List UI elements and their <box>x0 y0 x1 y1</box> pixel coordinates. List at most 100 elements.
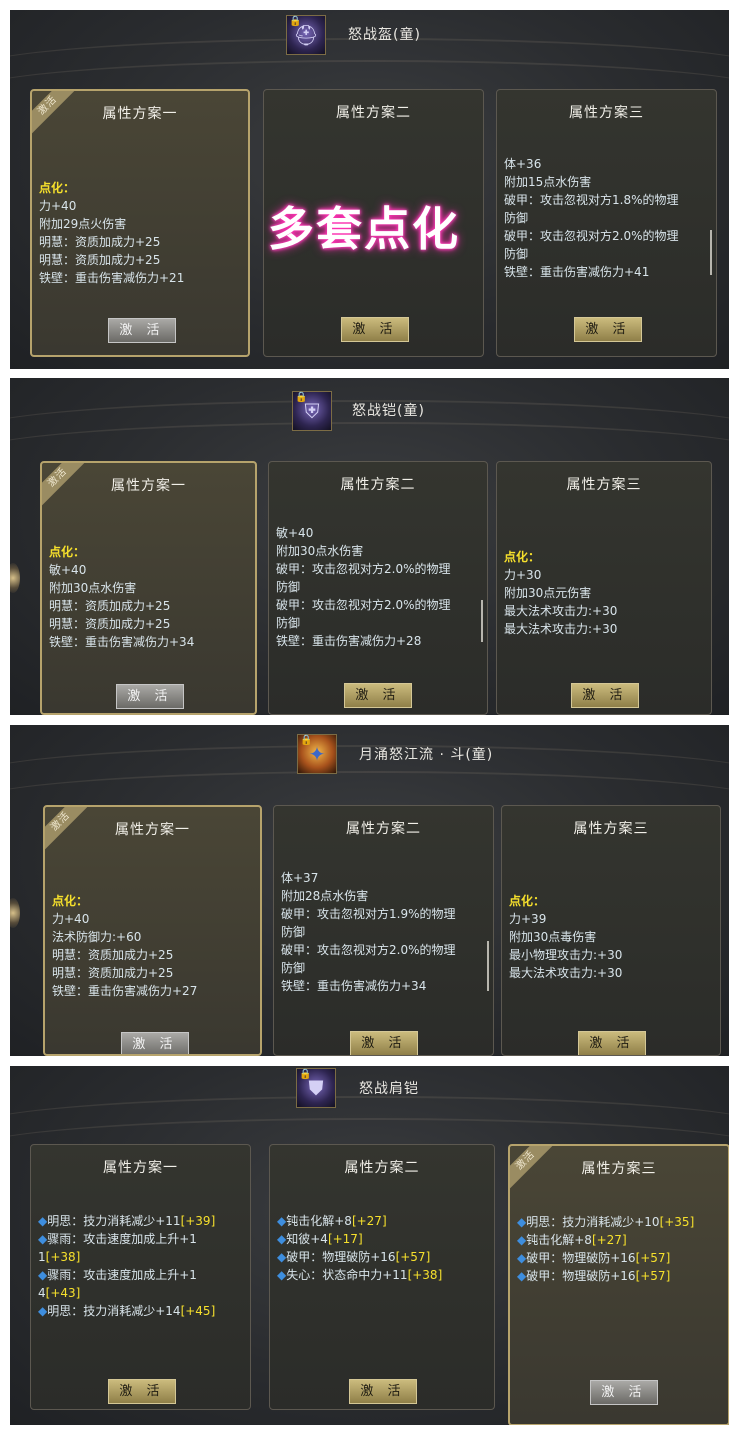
equipment-panel-shoulder: 🔒 ⛊ 怒战肩铠 属性方案一 ◆明思：技力消耗减少+11[+39] ◆骤雨：攻击… <box>10 1066 729 1425</box>
attribute-line: 铁壁：重击伤害减伤力+34 <box>49 635 195 649</box>
item-name: 怒战肩铠 <box>359 1081 419 1097</box>
scheme-card-2[interactable]: 属性方案二 体+37 附加28点水伤害 破甲：攻击忽视对方1.9%的物理 防御 … <box>273 805 494 1056</box>
activate-button[interactable]: 激 活 <box>341 317 409 342</box>
attribute-line: 附加30点毒伤害 <box>509 930 597 944</box>
activate-button[interactable]: 激 活 <box>116 684 184 709</box>
scheme-attributes: 体+36 附加15点水伤害 破甲：攻击忽视对方1.8%的物理 防御 破甲：攻击忽… <box>504 155 708 281</box>
weapon-icon[interactable]: 🔒 ✦ <box>297 734 337 774</box>
activate-button[interactable]: 激 活 <box>590 1380 658 1405</box>
attribute-line: 铁壁：重击伤害减伤力+28 <box>276 634 422 648</box>
scheme-card-1[interactable]: 激活 属性方案一 点化： 力+40 附加29点火伤害 明慧：资质加成力+25 明… <box>30 89 250 357</box>
attribute-line: 敏+40 <box>49 563 87 577</box>
activate-button[interactable]: 激 活 <box>574 317 642 342</box>
activate-button[interactable]: 激 活 <box>121 1032 189 1054</box>
attribute-line: 1[+38] <box>38 1250 81 1264</box>
scheme-title: 属性方案一 <box>115 822 190 838</box>
item-name: 怒战铠(童) <box>352 403 425 419</box>
item-name: 月涌怒江流 · 斗(童) <box>359 747 494 763</box>
attribute-line: 防御 <box>281 961 306 975</box>
scheme-card-2[interactable]: 属性方案二 ◆钝击化解+8[+27] ◆知彼+4[+17] ◆破甲：物理破防+1… <box>269 1144 495 1410</box>
attribute-line: 附加28点水伤害 <box>281 889 369 903</box>
scheme-attributes: ◆钝击化解+8[+27] ◆知彼+4[+17] ◆破甲：物理破防+16[+57]… <box>277 1212 486 1284</box>
scheme-attributes: ◆明思：技力消耗减少+11[+39] ◆骤雨：攻击速度加成上升+1 1[+38]… <box>38 1212 242 1320</box>
activate-button[interactable]: 激 活 <box>350 1031 418 1055</box>
attribute-line: ◆钝击化解+8[+27] <box>517 1233 627 1247</box>
refine-label: 点化： <box>504 550 541 564</box>
scheme-title: 属性方案三 <box>573 821 649 837</box>
attribute-line: 明慧：资质加成力+25 <box>39 253 161 267</box>
attribute-line: ◆破甲：物理破防+16[+57] <box>517 1269 671 1283</box>
attribute-line: 体+37 <box>281 871 319 885</box>
attribute-line: 力+40 <box>52 912 90 926</box>
scheme-card-2[interactable]: 属性方案二 敏+40 附加30点水伤害 破甲：攻击忽视对方2.0%的物理 防御 … <box>268 461 488 715</box>
refine-label: 点化： <box>509 894 546 908</box>
scheme-card-3[interactable]: 属性方案三 体+36 附加15点水伤害 破甲：攻击忽视对方1.8%的物理 防御 … <box>496 89 717 357</box>
attribute-line: 敏+40 <box>276 526 314 540</box>
helmet-icon[interactable]: 🔒 ⛑ <box>286 15 326 55</box>
attribute-line: 铁壁：重击伤害减伤力+34 <box>281 979 427 993</box>
attribute-line: 附加30点水伤害 <box>276 544 364 558</box>
attribute-line: 最大法术攻击力:+30 <box>504 622 618 636</box>
scheme-card-1[interactable]: 激活 属性方案一 点化： 力+40 法术防御力:+60 明慧：资质加成力+25 … <box>43 805 262 1056</box>
attribute-line: 破甲：攻击忽视对方2.0%的物理 <box>281 943 456 957</box>
scheme-card-1[interactable]: 属性方案一 ◆明思：技力消耗减少+11[+39] ◆骤雨：攻击速度加成上升+1 … <box>30 1144 251 1410</box>
attribute-line: ◆明思：技力消耗减少+10[+35] <box>517 1215 695 1229</box>
scrollbar[interactable] <box>487 941 489 991</box>
scrollbar[interactable] <box>481 600 483 642</box>
attribute-line: 防御 <box>276 580 301 594</box>
watermark-text: 多套点化 <box>268 202 460 256</box>
attribute-line: 铁壁：重击伤害减伤力+41 <box>504 265 650 279</box>
scheme-title: 属性方案一 <box>103 1160 178 1176</box>
activate-button[interactable]: 激 活 <box>349 1379 417 1404</box>
scheme-attributes: 点化： 力+40 附加29点火伤害 明慧：资质加成力+25 明慧：资质加成力+2… <box>39 179 240 287</box>
scheme-title: 属性方案二 <box>346 821 421 837</box>
attribute-line: 附加30点元伤害 <box>504 586 592 600</box>
activate-button[interactable]: 激 活 <box>108 318 176 343</box>
attribute-line: ◆明思：技力消耗减少+14[+45] <box>38 1304 216 1318</box>
scheme-title: 属性方案三 <box>569 105 644 121</box>
scheme-card-3[interactable]: 激活 属性方案三 ◆明思：技力消耗减少+10[+35] ◆钝击化解+8[+27]… <box>508 1144 729 1425</box>
equipment-panel-armor: 🔒 ⛨ 怒战铠(童) 激活 属性方案一 点化： 敏+40 附加30点水伤害 明慧… <box>10 378 729 715</box>
refine-label: 点化： <box>39 181 76 195</box>
attribute-line: ◆失心：状态命中力+11[+38] <box>277 1268 443 1282</box>
attribute-line: 4[+43] <box>38 1286 81 1300</box>
attribute-line: 破甲：攻击忽视对方1.9%的物理 <box>281 907 456 921</box>
refine-label: 点化： <box>52 894 89 908</box>
attribute-line: 防御 <box>281 925 306 939</box>
equipment-panel-helmet: 🔒 ⛑ 怒战盔(童) 激活 属性方案一 点化： 力+40 附加29点火伤害 明慧… <box>10 10 729 369</box>
scheme-card-3[interactable]: 属性方案三 点化： 力+30 附加30点元伤害 最大法术攻击力:+30 最大法术… <box>496 461 712 715</box>
armor-icon[interactable]: 🔒 ⛨ <box>292 391 332 431</box>
scheme-attributes: 点化： 力+30 附加30点元伤害 最大法术攻击力:+30 最大法术攻击力:+3… <box>504 548 703 638</box>
scheme-card-1[interactable]: 激活 属性方案一 点化： 敏+40 附加30点水伤害 明慧：资质加成力+25 明… <box>40 461 257 715</box>
attribute-line: 附加29点火伤害 <box>39 217 127 231</box>
attribute-line: 防御 <box>276 616 301 630</box>
activate-button[interactable]: 激 活 <box>344 683 412 708</box>
scheme-attributes: 点化： 力+40 法术防御力:+60 明慧：资质加成力+25 明慧：资质加成力+… <box>52 892 252 1000</box>
attribute-line: ◆破甲：物理破防+16[+57] <box>517 1251 671 1265</box>
shoulder-armor-icon[interactable]: 🔒 ⛊ <box>296 1068 336 1108</box>
equipment-panel-weapon: 🔒 ✦ 月涌怒江流 · 斗(童) 激活 属性方案一 点化： 力+40 法术防御力… <box>10 725 729 1056</box>
attribute-line: 明慧：资质加成力+25 <box>49 617 171 631</box>
attribute-line: 明慧：资质加成力+25 <box>52 948 174 962</box>
activate-button[interactable]: 激 活 <box>571 683 639 708</box>
activate-button[interactable]: 激 活 <box>578 1031 646 1055</box>
attribute-line: 破甲：攻击忽视对方2.0%的物理 <box>276 562 451 576</box>
item-name: 怒战盔(童) <box>348 27 421 43</box>
scheme-card-3[interactable]: 属性方案三 点化： 力+39 附加30点毒伤害 最小物理攻击力:+30 最大法术… <box>501 805 721 1056</box>
scheme-title: 属性方案二 <box>336 105 411 121</box>
attribute-line: ◆钝击化解+8[+27] <box>277 1214 387 1228</box>
scheme-attributes: 点化： 敏+40 附加30点水伤害 明慧：资质加成力+25 明慧：资质加成力+2… <box>49 543 247 651</box>
scrollbar[interactable] <box>710 230 712 275</box>
scheme-title: 属性方案二 <box>340 477 416 493</box>
attribute-line: 最小物理攻击力:+30 <box>509 948 623 962</box>
activate-button[interactable]: 激 活 <box>108 1379 176 1404</box>
scheme-attributes: 点化： 力+39 附加30点毒伤害 最小物理攻击力:+30 最大法术攻击力:+3… <box>509 892 712 982</box>
attribute-line: 铁壁：重击伤害减伤力+21 <box>39 271 185 285</box>
attribute-line: 铁壁：重击伤害减伤力+27 <box>52 984 198 998</box>
attribute-line: 防御 <box>504 247 529 261</box>
attribute-line: ◆骤雨：攻击速度加成上升+1 <box>38 1268 197 1282</box>
scheme-title: 属性方案一 <box>111 478 186 494</box>
attribute-line: 力+30 <box>504 568 542 582</box>
decoration <box>10 898 20 928</box>
scheme-attributes: 敏+40 附加30点水伤害 破甲：攻击忽视对方2.0%的物理 防御 破甲：攻击忽… <box>276 524 479 650</box>
